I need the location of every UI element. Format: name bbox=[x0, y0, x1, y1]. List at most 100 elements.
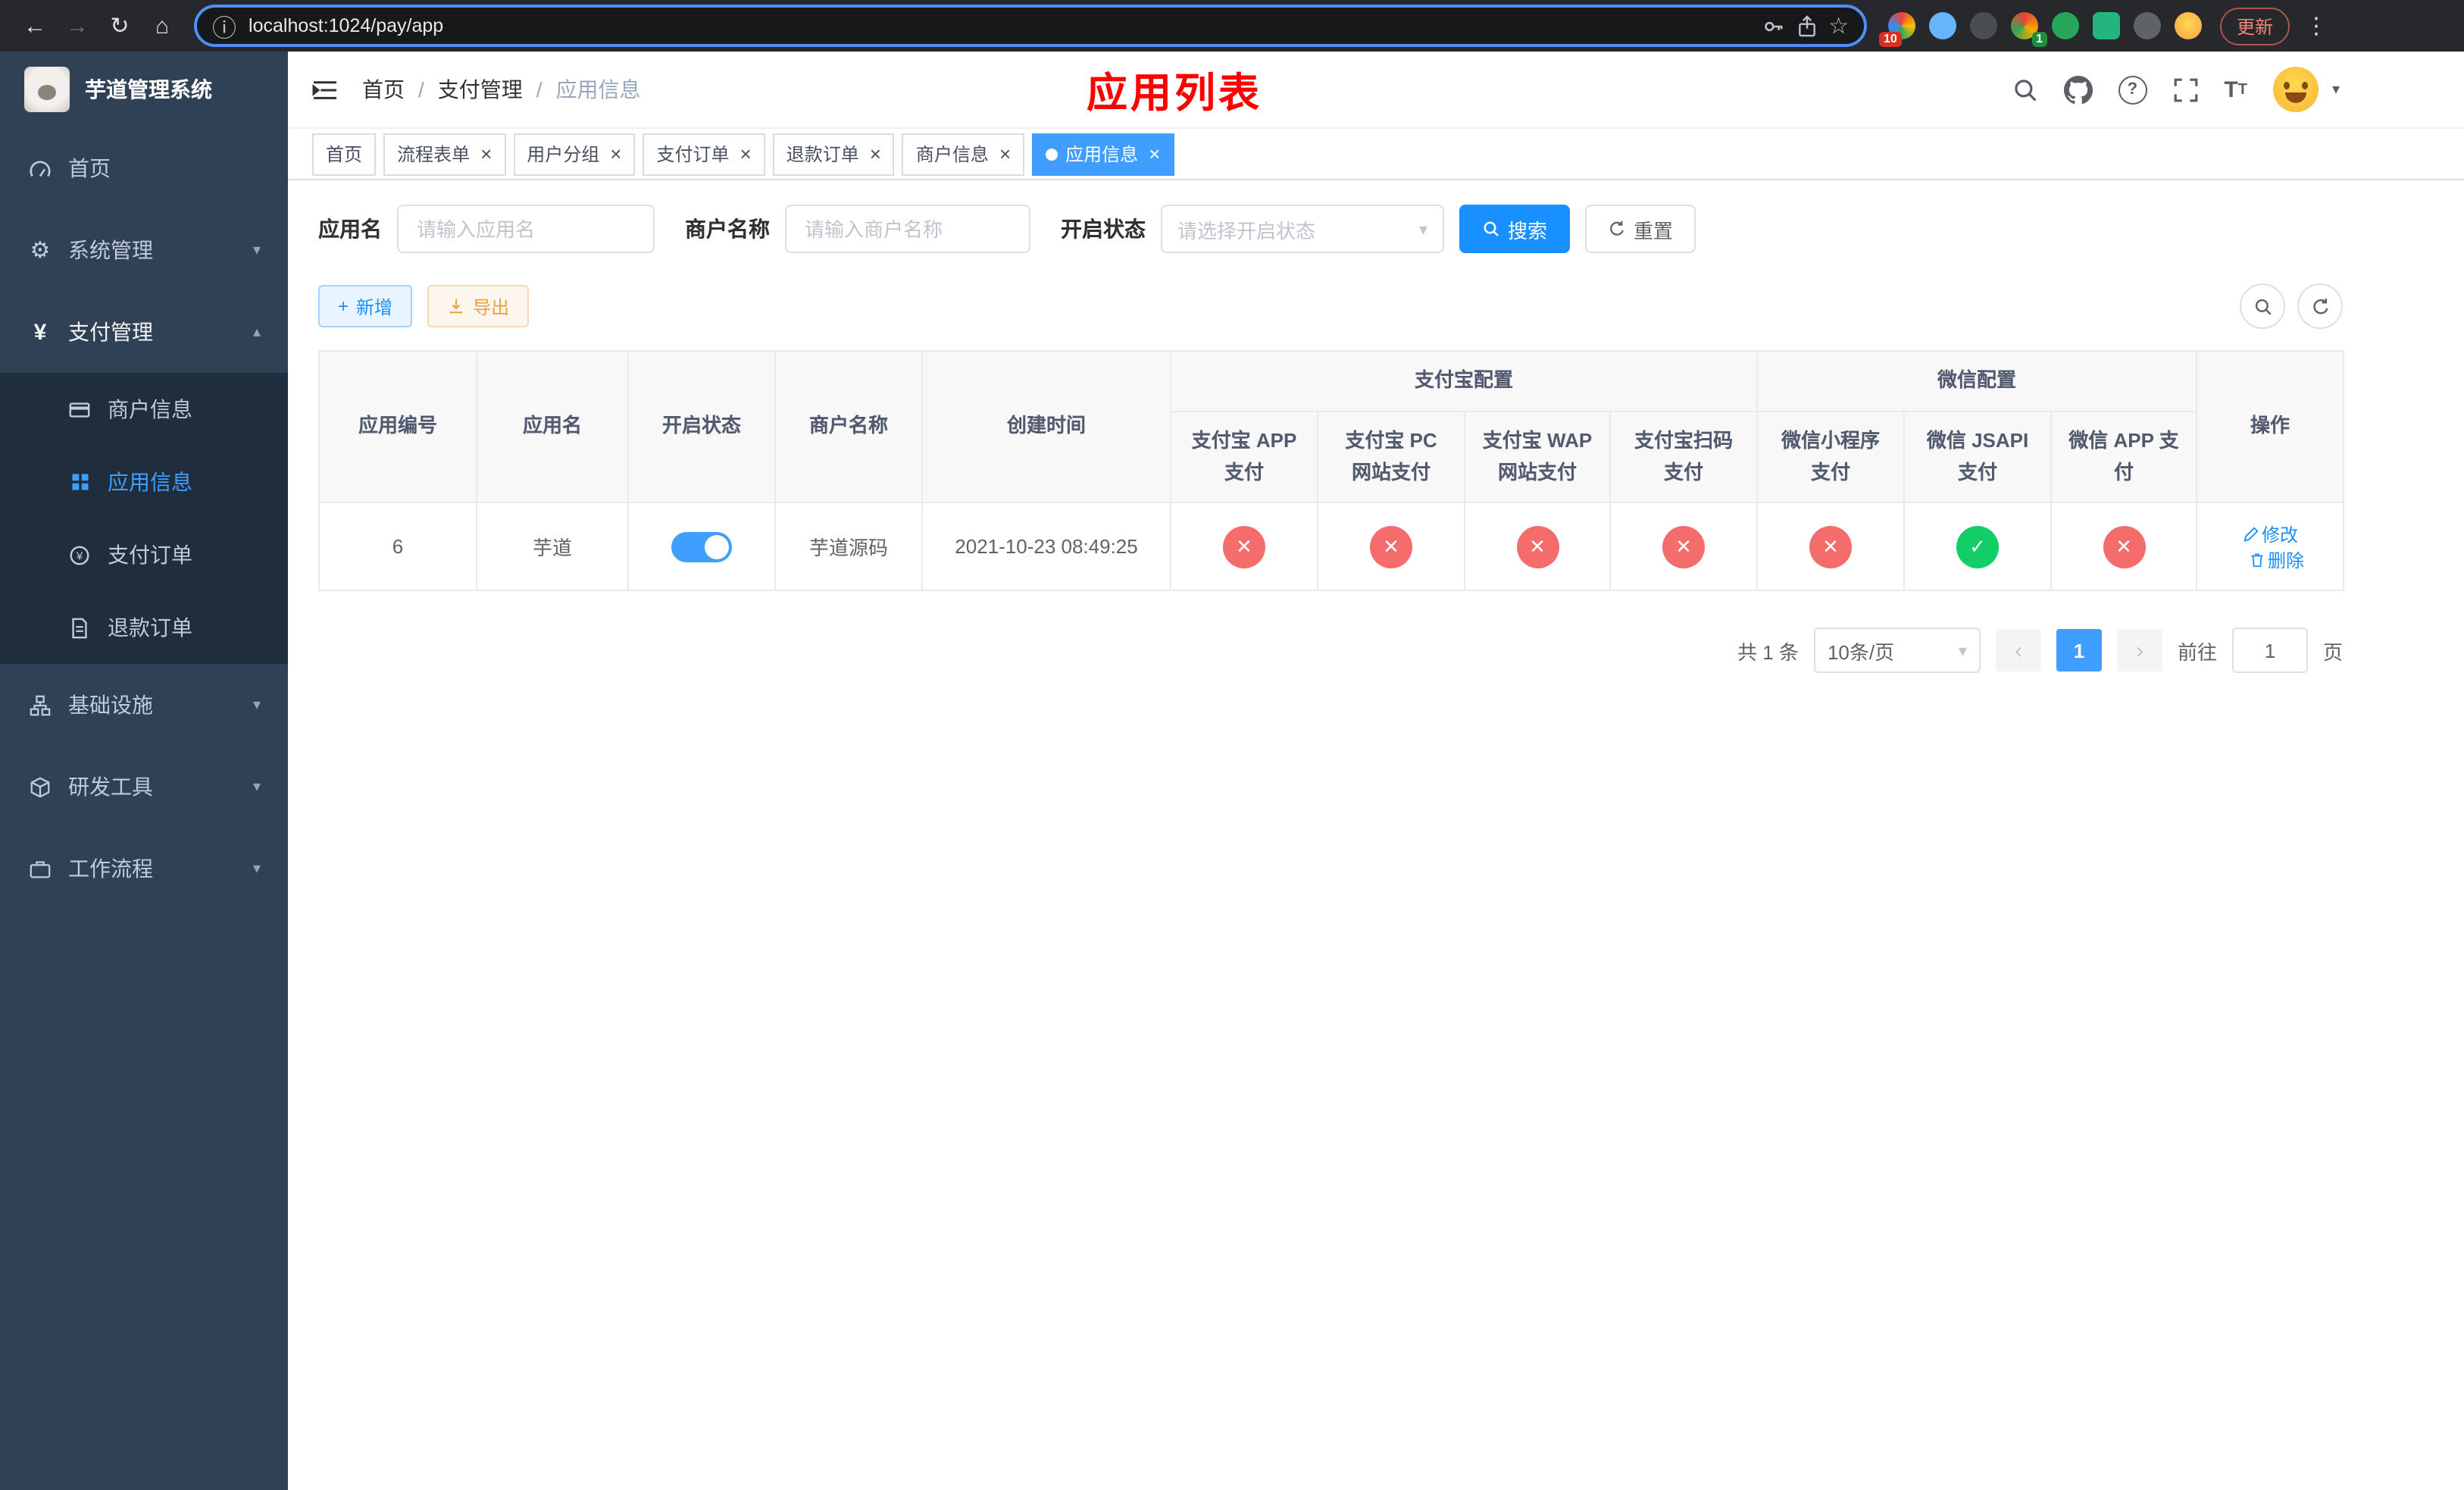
page-1-button[interactable]: 1 bbox=[2056, 629, 2102, 672]
reset-button[interactable]: 重置 bbox=[1585, 205, 1696, 253]
col-alipay-qr[interactable]: 支付宝扫码支付 bbox=[1609, 410, 1759, 504]
chevron-down-icon: ▾ bbox=[252, 696, 261, 713]
extension-icon-7[interactable] bbox=[2134, 12, 2161, 39]
tab-close-icon[interactable]: × bbox=[480, 144, 492, 164]
address-bar[interactable]: ⓘ localhost:1024/pay/app ☆ bbox=[194, 5, 1867, 47]
browser-home-button[interactable]: ⌂ bbox=[142, 6, 182, 45]
extension-icon-5[interactable] bbox=[2052, 12, 2079, 39]
prev-page-button[interactable]: ‹ bbox=[1995, 629, 2041, 672]
toggle-search-icon[interactable] bbox=[2240, 283, 2285, 329]
breadcrumb-current: 应用信息 bbox=[555, 77, 641, 102]
sidebar-logo[interactable]: 芋道管理系统 bbox=[0, 52, 288, 127]
bookmark-star-icon[interactable]: ☆ bbox=[1828, 12, 1849, 39]
add-button[interactable]: + 新增 bbox=[318, 285, 413, 327]
tab-pay-order[interactable]: 支付订单 × bbox=[643, 133, 765, 175]
col-created[interactable]: 创建时间 bbox=[921, 349, 1171, 504]
extension-icon-2[interactable] bbox=[1929, 12, 1956, 39]
fullscreen-icon[interactable] bbox=[2172, 77, 2198, 102]
col-wx-mini[interactable]: 微信小程序支付 bbox=[1756, 410, 1906, 504]
reset-button-label: 重置 bbox=[1634, 219, 1674, 242]
search-button[interactable]: 搜索 bbox=[1459, 205, 1571, 253]
tab-app-info[interactable]: 应用信息 × bbox=[1032, 133, 1174, 175]
delete-link-label: 删除 bbox=[2268, 549, 2305, 571]
status-select[interactable]: 请选择开启状态 ▾ bbox=[1161, 205, 1444, 253]
tab-label: 商户信息 bbox=[915, 144, 989, 165]
browser-forward-button[interactable]: → bbox=[58, 6, 97, 45]
sidebar-item-home[interactable]: 首页 bbox=[0, 127, 288, 209]
chevron-down-icon: ▾ bbox=[252, 242, 261, 258]
col-merchant[interactable]: 商户名称 bbox=[774, 349, 923, 504]
tab-refund-order[interactable]: 退款订单 × bbox=[772, 133, 895, 175]
sidebar-item-workflow[interactable]: 工作流程 ▾ bbox=[0, 828, 288, 909]
tab-home[interactable]: 首页 bbox=[312, 133, 377, 175]
goto-page-input[interactable] bbox=[2231, 628, 2308, 674]
browser-reload-button[interactable]: ↻ bbox=[100, 6, 139, 45]
table-header-group-row: 应用编号 应用名 开启状态 商户名称 创建时间 支付宝配置 微信配置 操作 bbox=[318, 349, 2345, 504]
search-icon[interactable] bbox=[2012, 77, 2037, 102]
tab-process-form[interactable]: 流程表单 × bbox=[383, 133, 506, 175]
url-text[interactable]: localhost:1024/pay/app bbox=[249, 15, 1750, 36]
cell-alipay-app: ✕ bbox=[1170, 502, 1318, 592]
breadcrumb-home[interactable]: 首页 bbox=[362, 74, 405, 105]
edit-link[interactable]: 修改 bbox=[2242, 521, 2298, 547]
col-wx-app[interactable]: 微信 APP 支付 bbox=[2050, 410, 2198, 504]
status-toggle[interactable] bbox=[671, 531, 732, 562]
sidebar-item-refund-order[interactable]: 退款订单 bbox=[0, 591, 288, 664]
tab-label: 应用信息 bbox=[1065, 144, 1139, 165]
breadcrumb: 首页 / 支付管理 / 应用信息 bbox=[362, 74, 641, 105]
extension-icon-4[interactable]: 1 bbox=[2011, 12, 2047, 47]
table-row: 6 芋道 芋道源码 2021-10-23 08:49:25 ✕ ✕ ✕ ✕ ✕ bbox=[318, 502, 2345, 592]
key-icon[interactable] bbox=[1762, 14, 1784, 37]
site-info-icon[interactable]: ⓘ bbox=[212, 8, 236, 44]
col-alipay-pc[interactable]: 支付宝 PC 网站支付 bbox=[1317, 410, 1465, 504]
extension-icon-3[interactable] bbox=[1970, 12, 1997, 39]
refresh-icon[interactable] bbox=[2297, 283, 2343, 329]
tab-close-icon[interactable]: × bbox=[870, 144, 881, 164]
tab-user-group[interactable]: 用户分组 × bbox=[513, 133, 636, 175]
col-app-id[interactable]: 应用编号 bbox=[318, 349, 477, 504]
sidebar-item-payment[interactable]: ¥ 支付管理 ▴ bbox=[0, 291, 288, 373]
share-icon[interactable] bbox=[1796, 14, 1816, 37]
sidebar-toggle-icon[interactable] bbox=[312, 78, 338, 101]
col-alipay-wap[interactable]: 支付宝 WAP 网站支付 bbox=[1464, 410, 1611, 504]
sidebar-item-label: 支付管理 bbox=[68, 320, 153, 344]
browser-back-button[interactable]: ← bbox=[15, 6, 55, 45]
sidebar-item-infra[interactable]: 基础设施 ▾ bbox=[0, 664, 288, 746]
col-status[interactable]: 开启状态 bbox=[627, 349, 776, 504]
browser-menu-icon[interactable]: ⋮ bbox=[2305, 12, 2328, 39]
sidebar-item-pay-order[interactable]: ¥ 支付订单 bbox=[0, 518, 288, 591]
sidebar-item-system[interactable]: ⚙ 系统管理 ▾ bbox=[0, 209, 288, 291]
extensions-area: 10 1 bbox=[1879, 12, 2202, 47]
export-button[interactable]: 导出 bbox=[427, 285, 530, 327]
coin-icon: ¥ bbox=[67, 543, 92, 566]
sidebar-item-devtools[interactable]: 研发工具 ▾ bbox=[0, 746, 288, 828]
app-name-input[interactable] bbox=[397, 205, 655, 253]
col-app-name[interactable]: 应用名 bbox=[476, 349, 629, 504]
extension-icon-8[interactable] bbox=[2175, 12, 2202, 39]
col-alipay-app[interactable]: 支付宝 APP 支付 bbox=[1170, 410, 1318, 504]
tab-merchant-info[interactable]: 商户信息 × bbox=[902, 133, 1025, 175]
extension-icon-1[interactable]: 10 bbox=[1879, 12, 1915, 47]
sidebar-item-merchant-info[interactable]: 商户信息 bbox=[0, 373, 288, 446]
font-size-icon[interactable]: TT bbox=[2224, 77, 2247, 102]
github-icon[interactable] bbox=[2063, 75, 2093, 104]
user-avatar[interactable] bbox=[2272, 67, 2319, 112]
sidebar-item-app-info[interactable]: 应用信息 bbox=[0, 446, 288, 518]
app-title: 芋道管理系统 bbox=[85, 77, 212, 102]
tab-close-icon[interactable]: × bbox=[740, 144, 752, 164]
delete-link[interactable]: 删除 bbox=[2248, 547, 2304, 573]
group-alipay-config: 支付宝配置 bbox=[1169, 350, 1759, 412]
next-page-button[interactable]: › bbox=[2116, 629, 2162, 672]
tab-close-icon[interactable]: × bbox=[999, 144, 1011, 164]
tab-close-icon[interactable]: × bbox=[610, 144, 621, 164]
dashboard-icon bbox=[27, 157, 53, 180]
tab-close-icon[interactable]: × bbox=[1149, 144, 1160, 164]
extension-icon-6[interactable] bbox=[2093, 12, 2120, 39]
browser-update-button[interactable]: 更新 bbox=[2220, 7, 2290, 45]
help-icon[interactable]: ? bbox=[2118, 75, 2147, 104]
col-wx-jsapi[interactable]: 微信 JSAPI 支付 bbox=[1903, 410, 2053, 504]
breadcrumb-payment[interactable]: 支付管理 bbox=[438, 74, 523, 105]
avatar-caret-icon[interactable]: ▾ bbox=[2332, 81, 2340, 98]
merchant-name-input[interactable] bbox=[785, 205, 1030, 253]
page-size-select[interactable]: 10条/页 ▾ bbox=[1813, 628, 1981, 674]
